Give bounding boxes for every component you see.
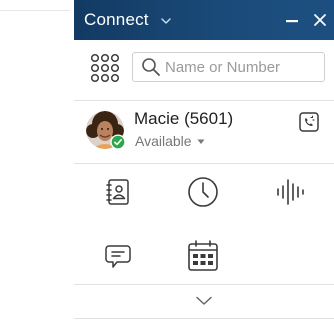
- search-row: [74, 40, 334, 96]
- divider-bottom: [74, 284, 334, 285]
- calendar-icon: [188, 240, 218, 271]
- calendar-button[interactable]: [185, 238, 221, 274]
- chevron-down-icon: [196, 296, 212, 305]
- status-label: Available: [135, 133, 192, 149]
- expand-button[interactable]: [74, 287, 334, 315]
- history-clock-icon: [188, 177, 218, 207]
- title-bar[interactable]: Connect: [74, 0, 334, 40]
- user-name: Macie (5601): [134, 109, 234, 128]
- voice-waveform-icon: [277, 179, 304, 205]
- search-input[interactable]: [165, 58, 324, 76]
- history-button[interactable]: [185, 174, 221, 210]
- contacts-icon: [106, 179, 129, 205]
- close-button[interactable]: [306, 0, 334, 40]
- contacts-button[interactable]: [100, 174, 136, 210]
- background-divider: [0, 10, 70, 11]
- dialpad-button[interactable]: [88, 51, 122, 85]
- status-dropdown[interactable]: Available: [135, 133, 205, 149]
- search-icon: [142, 58, 160, 76]
- divider-footer: [74, 318, 334, 319]
- caret-down-icon: [197, 139, 205, 144]
- voicemail-icon[interactable]: [298, 111, 320, 133]
- dialpad-icon: [90, 53, 120, 83]
- chat-button[interactable]: [100, 238, 136, 274]
- user-row: Macie (5601) Available: [74, 101, 334, 163]
- search-box[interactable]: [132, 52, 325, 82]
- connect-panel: Connect Name or Number Macie (5601) Avai…: [74, 0, 334, 332]
- divider-middle: [74, 163, 334, 164]
- window-title: Connect: [84, 10, 149, 29]
- title-chevron-down-icon[interactable]: [159, 14, 173, 28]
- chat-icon: [105, 245, 131, 268]
- minimize-icon: [286, 20, 298, 23]
- close-icon: [314, 14, 326, 26]
- minimize-button[interactable]: [278, 0, 306, 40]
- check-badge-icon: [110, 134, 126, 150]
- voice-button[interactable]: [272, 174, 308, 210]
- window-controls: [278, 0, 334, 40]
